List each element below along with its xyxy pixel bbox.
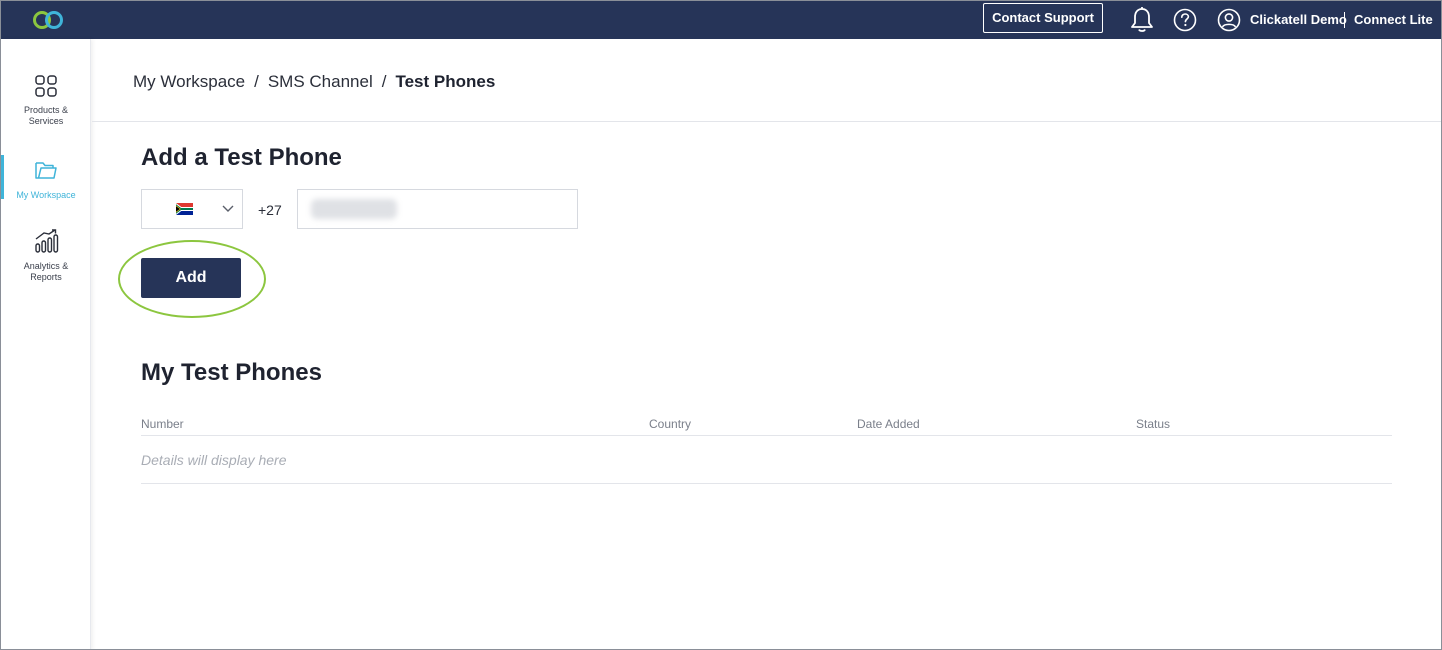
breadcrumb-link-my-workspace[interactable]: My Workspace bbox=[133, 72, 245, 91]
sidebar-item-label: Products & Services bbox=[23, 105, 69, 126]
column-header-country[interactable]: Country bbox=[649, 417, 691, 431]
my-test-phones-title: My Test Phones bbox=[141, 359, 322, 386]
country-select[interactable] bbox=[141, 189, 243, 229]
bell-icon[interactable] bbox=[1129, 6, 1155, 34]
account-name[interactable]: Clickatell Demo bbox=[1250, 12, 1347, 27]
column-header-date-added[interactable]: Date Added bbox=[857, 417, 920, 431]
breadcrumb-divider bbox=[92, 121, 1441, 122]
test-phones-table: Number Country Date Added Status Details… bbox=[141, 415, 1392, 484]
clickatell-logo-icon[interactable] bbox=[31, 9, 65, 31]
grid-icon bbox=[35, 75, 57, 97]
column-header-number[interactable]: Number bbox=[141, 417, 184, 431]
dial-code: +27 bbox=[258, 202, 282, 218]
empty-state-text: Details will display here bbox=[141, 452, 287, 468]
sidebar: Products & Services My Workspace Analyti… bbox=[1, 39, 91, 649]
add-test-phone-title: Add a Test Phone bbox=[141, 144, 342, 171]
sidebar-item-my-workspace[interactable]: My Workspace bbox=[1, 157, 91, 201]
help-circle-icon[interactable] bbox=[1173, 8, 1197, 32]
breadcrumb-current-page: Test Phones bbox=[395, 72, 496, 91]
breadcrumb-separator: / bbox=[254, 72, 259, 91]
user-circle-icon[interactable] bbox=[1217, 8, 1241, 32]
chevron-down-icon bbox=[222, 205, 234, 212]
app-window: Contact Support Clickatell Demo Connect … bbox=[0, 0, 1442, 650]
sidebar-item-label: Analytics & Reports bbox=[23, 261, 69, 282]
table-header: Number Country Date Added Status bbox=[141, 415, 1392, 436]
column-header-status[interactable]: Status bbox=[1136, 417, 1170, 431]
breadcrumb-separator: / bbox=[381, 72, 387, 91]
folder-icon bbox=[35, 162, 57, 179]
sidebar-item-analytics-reports[interactable]: Analytics & Reports bbox=[1, 229, 91, 283]
south-africa-flag-icon bbox=[176, 203, 193, 215]
bar-chart-icon bbox=[35, 229, 59, 253]
sidebar-item-label: My Workspace bbox=[16, 190, 76, 200]
header-divider bbox=[1344, 12, 1345, 28]
contact-support-button[interactable]: Contact Support bbox=[983, 3, 1103, 33]
breadcrumb: My Workspace / SMS Channel / Test Phones bbox=[133, 72, 495, 92]
plan-name[interactable]: Connect Lite bbox=[1354, 12, 1433, 27]
sidebar-item-products-services[interactable]: Products & Services bbox=[1, 73, 91, 127]
redacted-phone-number bbox=[311, 199, 397, 219]
table-empty-row: Details will display here bbox=[141, 436, 1392, 484]
breadcrumb-link-sms-channel[interactable]: SMS Channel bbox=[268, 72, 373, 91]
top-bar: Contact Support Clickatell Demo Connect … bbox=[1, 1, 1441, 39]
add-button[interactable]: Add bbox=[141, 258, 241, 298]
